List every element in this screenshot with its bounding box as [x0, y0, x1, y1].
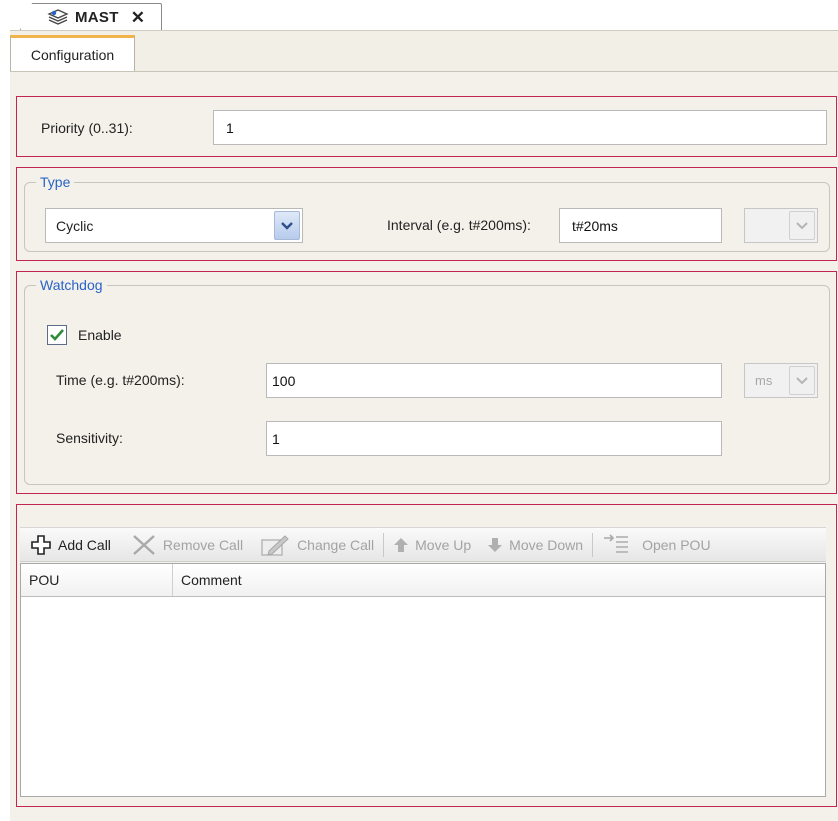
interval-value: t#20ms	[572, 217, 618, 234]
chevron-down-icon[interactable]	[789, 211, 815, 240]
check-icon	[50, 329, 64, 341]
interval-input[interactable]: t#20ms	[559, 208, 722, 243]
tab-configuration[interactable]: Configuration	[10, 35, 135, 72]
interval-label: Interval (e.g. t#200ms):	[387, 217, 531, 233]
move-down-label: Move Down	[509, 536, 584, 553]
calls-toolbar: Add Call Remove Call Change Call Move Up…	[20, 527, 826, 562]
enable-label[interactable]: Enable	[78, 327, 122, 343]
sensitivity-label: Sensitivity:	[56, 430, 123, 446]
arrow-down-icon	[488, 537, 503, 552]
priority-input[interactable]: 1	[213, 110, 827, 145]
open-pou-label: Open POU	[642, 536, 711, 553]
add-call-label: Add Call	[58, 536, 111, 553]
sensitivity-input[interactable]: 1	[266, 421, 722, 456]
edit-icon	[261, 534, 289, 556]
column-header-pou[interactable]: POU	[21, 564, 173, 596]
arrow-up-icon	[394, 537, 409, 552]
open-pou-icon	[604, 533, 629, 553]
watchdog-time-value: 100	[272, 372, 296, 389]
remove-icon	[133, 534, 155, 555]
chevron-down-icon[interactable]	[789, 366, 815, 395]
add-icon	[31, 534, 51, 555]
watchdog-legend: Watchdog	[36, 277, 107, 293]
interval-unit-select[interactable]	[744, 208, 818, 243]
type-select-value: Cyclic	[56, 217, 94, 234]
remove-call-label: Remove Call	[162, 536, 244, 553]
task-stack-icon	[47, 8, 69, 26]
column-header-comment-label: Comment	[181, 572, 242, 588]
change-call-label: Change Call	[297, 536, 375, 553]
move-up-button[interactable]: Move Up	[387, 528, 477, 561]
column-header-pou-label: POU	[29, 572, 60, 588]
toolbar-separator	[383, 532, 385, 557]
enable-checkbox[interactable]	[47, 325, 67, 345]
type-select[interactable]: Cyclic	[45, 208, 303, 243]
add-call-button[interactable]: Add Call	[20, 528, 117, 561]
calls-table[interactable]: POU Comment	[20, 563, 826, 797]
type-legend: Type	[36, 174, 75, 190]
move-down-button[interactable]: Move Down	[481, 528, 589, 561]
toolbar-separator	[592, 532, 594, 557]
watchdog-time-label: Time (e.g. t#200ms):	[56, 372, 185, 388]
document-tab-title: MAST	[75, 8, 119, 26]
priority-label: Priority (0..31):	[41, 120, 133, 136]
tab-configuration-label: Configuration	[30, 47, 115, 63]
priority-value: 1	[226, 119, 234, 136]
watchdog-time-unit-select[interactable]: ms	[744, 363, 818, 398]
document-tab-mast[interactable]: MAST ✕	[20, 3, 162, 30]
chevron-down-icon[interactable]	[274, 211, 300, 240]
close-icon[interactable]: ✕	[131, 9, 145, 26]
watchdog-time-input[interactable]: 100	[266, 363, 722, 398]
move-up-label: Move Up	[415, 536, 472, 553]
column-header-comment[interactable]: Comment	[173, 564, 242, 596]
remove-call-button[interactable]: Remove Call	[125, 528, 249, 561]
open-pou-button[interactable]: Open POU	[596, 528, 716, 561]
calls-table-header: POU Comment	[21, 564, 825, 597]
watchdog-time-unit-value: ms	[755, 373, 773, 388]
change-call-button[interactable]: Change Call	[253, 528, 380, 561]
sensitivity-value: 1	[272, 430, 280, 447]
